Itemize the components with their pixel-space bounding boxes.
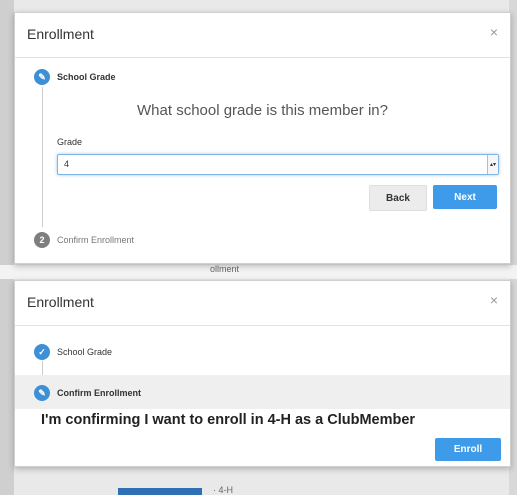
modal-header: Enrollment × bbox=[15, 281, 510, 326]
pencil-icon: ✎ bbox=[34, 69, 50, 85]
next-button[interactable]: Next bbox=[433, 185, 497, 209]
close-icon[interactable]: × bbox=[490, 293, 498, 307]
step-confirm-enrollment-label: Confirm Enrollment bbox=[57, 388, 142, 398]
enrollment-modal-grade: Enrollment × ✎ School Grade What school … bbox=[14, 12, 511, 264]
grade-select[interactable]: 4 ▴▾ bbox=[57, 154, 499, 175]
step-school-grade-label: School Grade bbox=[57, 72, 116, 82]
back-button[interactable]: Back bbox=[369, 185, 427, 211]
chevron-updown-icon[interactable]: ▴▾ bbox=[487, 155, 498, 174]
background-text-snippet-2: · 4-H bbox=[213, 485, 233, 495]
grade-select-value: 4 bbox=[64, 159, 70, 169]
background-text-snippet: ollment bbox=[210, 264, 240, 274]
checkmark-icon: ✓ bbox=[34, 344, 50, 360]
background-separator bbox=[0, 265, 517, 279]
step-number-badge: 2 bbox=[34, 232, 50, 248]
step-confirm-enrollment-label: Confirm Enrollment bbox=[57, 235, 135, 245]
modal-title: Enrollment bbox=[27, 294, 94, 310]
grade-question: What school grade is this member in? bbox=[137, 102, 388, 119]
close-icon[interactable]: × bbox=[490, 25, 498, 39]
pencil-icon: ✎ bbox=[34, 385, 50, 401]
modal-title: Enrollment bbox=[27, 26, 94, 42]
enrollment-modal-confirm: Enrollment × ✓ School Grade ✎ Confirm En… bbox=[14, 280, 511, 467]
confirmation-message: I'm confirming I want to enroll in 4-H a… bbox=[41, 412, 416, 428]
modal-header: Enrollment × bbox=[15, 13, 510, 58]
grade-field-label: Grade bbox=[57, 137, 83, 147]
background-blue-bar bbox=[118, 488, 202, 495]
background-left-strip bbox=[0, 0, 14, 495]
enroll-button[interactable]: Enroll bbox=[435, 438, 501, 461]
step-school-grade-label: School Grade bbox=[57, 347, 113, 357]
